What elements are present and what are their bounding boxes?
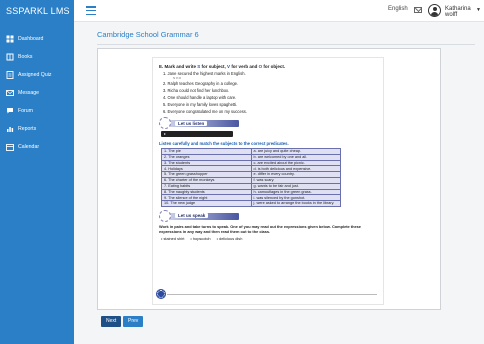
match-instruction: Listen carefully and match the subjects … [159, 141, 289, 146]
sentence: 6. Everyone congratulated me on my succe… [163, 109, 247, 114]
sidebar-item-assigned-quiz[interactable]: Assigned Quiz [0, 66, 74, 84]
sentence: 3. Richa could not find her lunchbox. [163, 88, 230, 93]
speak-expressions: • stained shirt • hopscotch • delicious di… [159, 236, 377, 241]
sidebar-item-label: Calendar [18, 144, 40, 150]
language-selector[interactable]: English [388, 6, 408, 12]
sidebar-item-message[interactable]: Message [0, 84, 74, 102]
mail-icon[interactable] [414, 7, 422, 13]
flower-icon [159, 209, 171, 222]
speak-banner-label: Let us speak [175, 213, 209, 219]
sidebar-item-calendar[interactable]: Calendar [0, 138, 74, 156]
sidebar-item-reports[interactable]: Reports [0, 120, 74, 138]
expression-item: • hopscotch [190, 235, 211, 241]
next-button[interactable]: Next [101, 316, 122, 327]
audio-player[interactable] [161, 131, 233, 137]
prev-button[interactable]: Prev [123, 316, 144, 327]
sidebar-nav: Dashboard Books Assigned Quiz Message Forum R… [0, 22, 74, 156]
header: English Katharina wolff ▼ [74, 0, 484, 22]
sentence: 1. Jane secured the highest marks in Eng… [163, 71, 246, 76]
sidebar-item-label: Forum [18, 108, 33, 114]
sentence: 4. One should handle a laptop with care. [163, 95, 237, 100]
sidebar-item-label: Books [18, 54, 33, 60]
sidebar: Dashboard Books Assigned Quiz Message Forum R… [0, 22, 74, 344]
sidebar-item-label: Assigned Quiz [18, 72, 52, 78]
brand-logo[interactable]: SSPARKL LMS [0, 0, 74, 22]
dashboard-icon [6, 35, 14, 43]
flower-icon [159, 117, 171, 129]
book-page: E. Mark and write S for subject, V for v… [152, 57, 384, 305]
expression-item: • stained shirt [161, 235, 185, 241]
chevron-down-icon[interactable]: ▼ [476, 7, 481, 13]
user-avatar-icon[interactable] [428, 4, 441, 17]
top-bar: SSPARKL LMS English Katharina wolff ▼ [0, 0, 484, 22]
quiz-icon [6, 71, 14, 79]
hamburger-menu-icon[interactable] [86, 6, 96, 16]
sentence: 2. Ralph teaches Geography in a college. [163, 81, 239, 86]
exercise-e-heading: E. Mark and write S for subject, V for v… [159, 64, 286, 69]
page-title: Cambridge School Grammar 6 [97, 30, 199, 39]
subject-cell: 10. The new judge [161, 200, 252, 207]
message-icon [6, 89, 14, 97]
speak-instructions: Work in pairs and take turns to speak. O… [159, 223, 361, 234]
page-footer [157, 290, 377, 298]
divider [97, 44, 475, 45]
book-viewer[interactable]: E. Mark and write S for subject, V for v… [97, 48, 441, 310]
sidebar-item-label: Dashboard [18, 36, 44, 42]
calendar-icon [6, 143, 14, 151]
book-icon [6, 53, 14, 61]
speak-banner: Let us speak [159, 209, 377, 222]
sidebar-item-dashboard[interactable]: Dashboard [0, 30, 74, 48]
listen-banner-label: Let us listen [175, 120, 208, 126]
gear-icon [157, 290, 165, 298]
sentence: 5. Everyone in my family loves spaghetti… [163, 102, 238, 107]
forum-icon [6, 107, 14, 115]
sidebar-item-books[interactable]: Books [0, 48, 74, 66]
sidebar-item-label: Reports [18, 126, 37, 132]
listen-banner: Let us listen [159, 117, 377, 129]
expression-item: • delicious dish [216, 235, 243, 241]
reports-icon [6, 125, 14, 133]
sidebar-item-label: Message [18, 90, 40, 96]
sidebar-item-forum[interactable]: Forum [0, 102, 74, 120]
predicate-cell: j. were asked to arrange the books in th… [250, 200, 341, 207]
exercise-e-sentences: 1. Jane secured the highest marks in Eng… [159, 70, 377, 115]
match-table: 1. The pie a. are juicy and quite cheap. 2… [161, 148, 341, 207]
main-content: Cambridge School Grammar 6 E. Mark and w… [74, 22, 484, 344]
table-row: 10. The new judge j. were asked to arrang… [161, 200, 341, 207]
